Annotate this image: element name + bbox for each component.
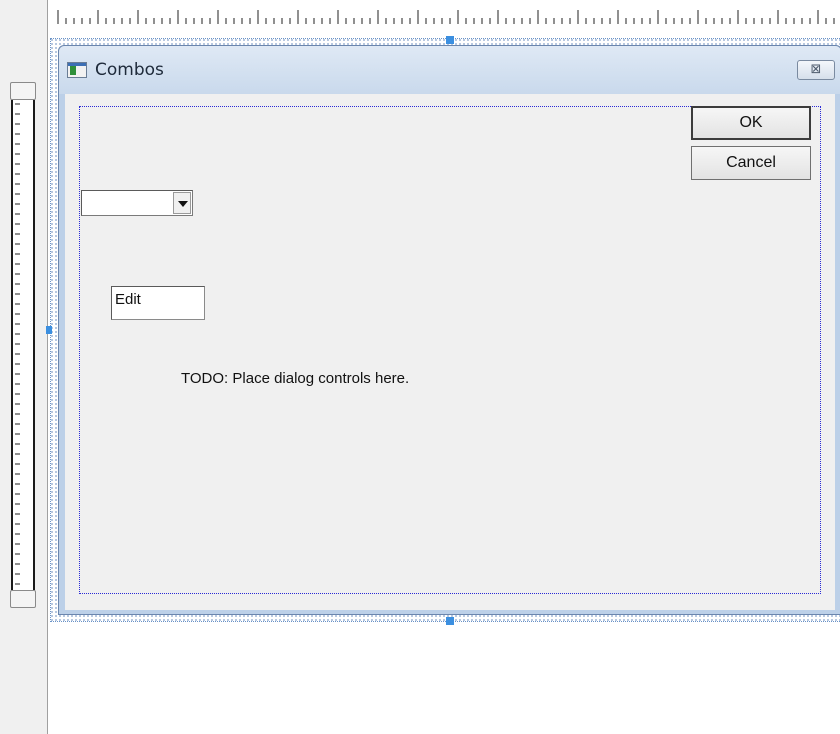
ok-button[interactable]: OK [691,106,811,140]
cancel-button[interactable]: Cancel [691,146,811,180]
dialog-window[interactable]: Combos ⊠ Edit OK Cancel TODO: Place dial… [58,45,840,615]
todo-static-text: TODO: Place dialog controls here. [181,370,410,387]
close-icon: ⊠ [810,62,822,77]
horizontal-ruler [56,8,840,26]
resize-handle-bottom[interactable] [446,617,454,625]
resize-handle-top[interactable] [446,36,454,44]
vertical-ruler [10,82,36,608]
vertical-ruler-track [11,100,35,590]
edit-field[interactable]: Edit [111,286,205,320]
vertical-ruler-top-cap[interactable] [10,82,36,100]
resource-editor-canvas: Combos ⊠ Edit OK Cancel TODO: Place dial… [0,0,840,734]
chevron-down-icon[interactable] [173,192,191,214]
dialog-client-area: Edit OK Cancel TODO: Place dialog contro… [65,94,835,610]
close-button[interactable]: ⊠ [797,60,835,80]
dialog-titlebar[interactable]: Combos ⊠ [59,46,840,94]
dialog-title: Combos [95,60,164,80]
resize-handle-left[interactable] [46,326,52,334]
combo-box[interactable] [81,190,193,216]
dialog-app-icon [67,62,87,78]
vertical-ruler-bottom-cap[interactable] [10,590,36,608]
